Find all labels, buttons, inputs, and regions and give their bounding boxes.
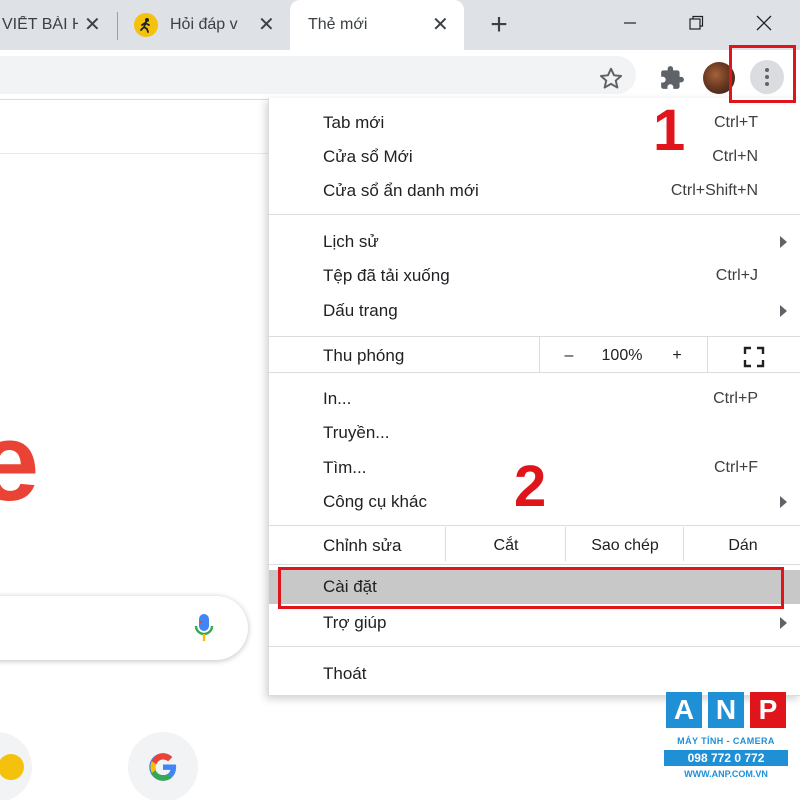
close-icon <box>756 15 772 31</box>
anp-logo-letter: A <box>666 692 702 728</box>
menu-item-label: Tìm... <box>323 458 367 477</box>
zoom-divider <box>707 336 708 372</box>
tab-title: Thẻ mới <box>308 16 368 33</box>
close-icon[interactable]: ✕ <box>432 15 449 35</box>
runner-icon <box>134 13 158 37</box>
menu-item-shortcut: Ctrl+T <box>714 114 758 131</box>
tab-hoi-dap[interactable]: Hỏi đáp v ✕ <box>122 0 284 50</box>
menu-item-label: Truyền... <box>323 423 390 442</box>
minimize-icon <box>624 22 636 24</box>
menu-item-shortcut: Ctrl+F <box>714 459 758 476</box>
google-logo-fragment: e <box>0 401 40 524</box>
submenu-arrow-icon <box>780 496 787 508</box>
anp-tagline: MÁY TÍNH - CAMERA <box>677 736 775 746</box>
menu-separator <box>269 646 800 647</box>
microphone-icon[interactable] <box>192 612 216 644</box>
menu-item-label: Tệp đã tải xuống <box>323 266 450 285</box>
address-bar[interactable] <box>0 56 636 94</box>
anp-website: WWW.ANP.COM.VN <box>684 769 768 779</box>
menu-item-cast[interactable]: Truyền... <box>269 416 800 450</box>
submenu-arrow-icon <box>780 236 787 248</box>
anp-phone: 098 772 0 772 <box>664 750 788 766</box>
menu-item-label: Trợ giúp <box>323 613 387 632</box>
google-g-icon <box>149 753 177 781</box>
menu-item-label: In... <box>323 389 352 408</box>
tab-viet-bai[interactable]: VIẾT BÀI H ✕ <box>0 0 112 50</box>
close-window-button[interactable] <box>746 10 782 36</box>
menu-item-help[interactable]: Trợ giúp <box>269 606 800 640</box>
menu-item-label: Cửa sổ Mới <box>323 147 413 166</box>
zoom-out-button[interactable]: – <box>549 339 589 373</box>
annotation-box-menu-button <box>729 45 796 103</box>
menu-separator <box>269 214 800 215</box>
copy-button[interactable]: Sao chép <box>567 529 683 563</box>
edit-divider <box>565 527 566 561</box>
zoom-label: Thu phóng <box>323 346 405 365</box>
menu-item-exit[interactable]: Thoát <box>269 657 800 691</box>
menu-item-label: Thoát <box>323 664 367 683</box>
menu-separator <box>269 564 800 565</box>
menu-separator <box>269 525 800 526</box>
tab-title: VIẾT BÀI H <box>2 16 78 33</box>
minimize-button[interactable] <box>612 10 648 36</box>
menu-item-shortcut: Ctrl+J <box>715 267 758 284</box>
menu-item-shortcut: Ctrl+P <box>713 390 758 407</box>
menu-separator <box>269 336 800 337</box>
menu-item-incognito[interactable]: Cửa sổ ẩn danh mới Ctrl+Shift+N <box>269 174 800 208</box>
maximize-button[interactable] <box>678 10 714 36</box>
menu-item-label: Dấu trang <box>323 301 398 320</box>
menu-item-label: Cửa sổ ẩn danh mới <box>323 181 479 200</box>
close-icon[interactable]: ✕ <box>84 15 101 35</box>
shortcut-tile[interactable] <box>0 732 32 800</box>
step-number-1: 1 <box>653 98 686 163</box>
runner-icon <box>0 754 24 780</box>
menu-item-history[interactable]: Lịch sử <box>269 225 800 259</box>
menu-separator <box>269 372 800 373</box>
anp-logo-letter: N <box>708 692 744 728</box>
zoom-divider <box>539 336 540 372</box>
annotation-box-settings <box>278 567 784 609</box>
anp-logo-letter: P <box>750 692 786 728</box>
menu-item-bookmarks[interactable]: Dấu trang <box>269 294 800 328</box>
page-divider <box>0 153 268 154</box>
close-icon[interactable]: ✕ <box>258 15 275 35</box>
submenu-arrow-icon <box>780 305 787 317</box>
menu-item-shortcut: Ctrl+Shift+N <box>670 182 758 199</box>
fullscreen-icon[interactable] <box>743 346 765 368</box>
submenu-arrow-icon <box>780 617 787 629</box>
menu-item-shortcut: Ctrl+N <box>712 148 758 165</box>
extensions-puzzle-icon[interactable] <box>659 65 685 91</box>
edit-divider <box>683 527 684 561</box>
edit-label: Chỉnh sửa <box>323 536 402 555</box>
edit-divider <box>445 527 446 561</box>
paste-button[interactable]: Dán <box>685 529 800 563</box>
step-number-2: 2 <box>514 454 547 519</box>
bookmark-star-icon[interactable] <box>598 66 624 92</box>
new-tab-button[interactable]: + <box>483 8 515 41</box>
shortcut-tile-google[interactable] <box>128 732 198 800</box>
zoom-in-button[interactable]: + <box>657 339 697 373</box>
menu-item-label: Công cụ khác <box>323 492 427 511</box>
restore-icon <box>689 15 704 30</box>
zoom-level: 100% <box>601 347 643 364</box>
cut-button[interactable]: Cắt <box>447 529 565 563</box>
menu-row-zoom: Thu phóng – 100% + <box>269 336 800 373</box>
tab-separator <box>117 12 118 40</box>
menu-item-new-window[interactable]: Cửa sổ Mới Ctrl+N <box>269 140 800 174</box>
menu-item-new-tab[interactable]: Tab mới Ctrl+T <box>269 106 800 140</box>
tab-title: Hỏi đáp v <box>170 16 238 33</box>
menu-item-label: Lịch sử <box>323 232 379 251</box>
anp-watermark: A N P MÁY TÍNH - CAMERA 098 772 0 772 WW… <box>664 692 788 792</box>
menu-item-label: Tab mới <box>323 113 385 132</box>
tab-strip: VIẾT BÀI H ✕ Hỏi đáp v ✕ Thẻ mới ✕ + <box>0 0 800 50</box>
menu-item-downloads[interactable]: Tệp đã tải xuống Ctrl+J <box>269 259 800 293</box>
tab-the-moi[interactable]: Thẻ mới ✕ <box>290 0 464 50</box>
menu-row-edit: Chỉnh sửa Cắt Sao chép Dán <box>269 527 800 563</box>
menu-item-print[interactable]: In... Ctrl+P <box>269 382 800 416</box>
